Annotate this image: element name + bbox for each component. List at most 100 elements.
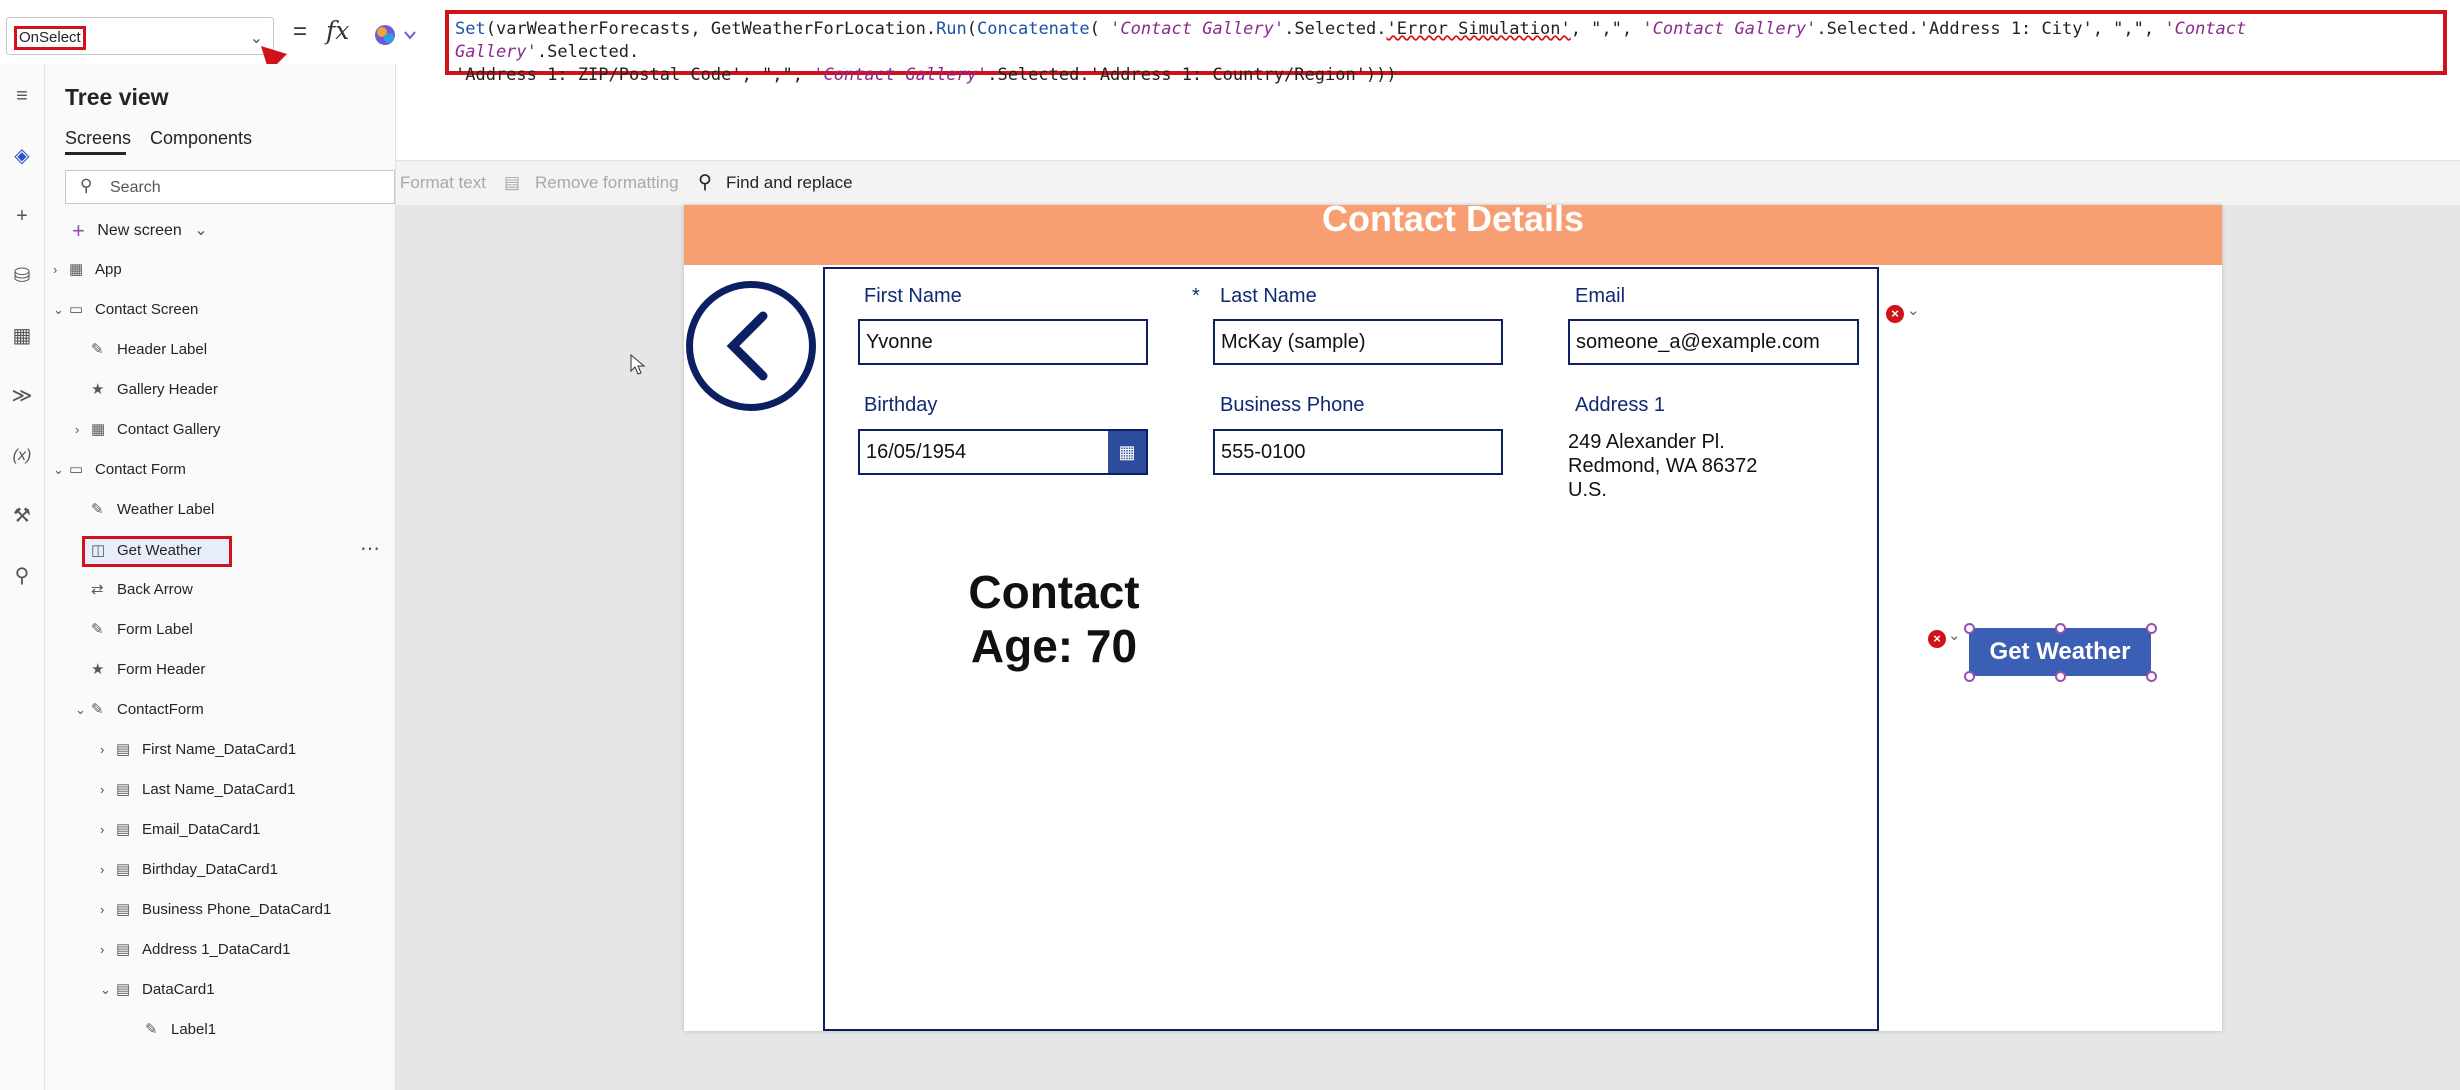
tree-node-form-label[interactable]: ✎ Form Label [75, 615, 193, 645]
business-phone-field[interactable]: 555-0100 [1213, 429, 1503, 475]
search-icon: ⚲ [80, 176, 93, 195]
label-icon: ✎ [91, 341, 104, 358]
icon-control-icon: ⇄ [91, 581, 104, 598]
data-icon[interactable]: ⛁ [10, 264, 34, 288]
left-rail: ≡ ◈ + ⛁ ▦ ≫ (x) ⚒ ⚲ [0, 64, 45, 1090]
shapes-icon: ★ [91, 661, 105, 678]
error-icon[interactable]: × [1886, 305, 1904, 323]
get-weather-button[interactable]: Get Weather [1969, 628, 2151, 676]
tree-node-label: Header Label [117, 341, 208, 358]
resize-handle[interactable] [2055, 623, 2066, 634]
plus-icon: + [72, 218, 85, 243]
chevron-right-icon: › [53, 262, 58, 277]
tree-node-label: Back Arrow [117, 581, 193, 598]
media-icon[interactable]: ▦ [10, 324, 34, 348]
tree-node-label: Contact Screen [95, 301, 199, 318]
property-dropdown[interactable]: OnSelect ⌄ [6, 17, 274, 55]
tree-node-form-header[interactable]: ★ Form Header [75, 655, 205, 685]
age-line: Contact [968, 566, 1140, 618]
address-line: Redmond, WA 86372 [1568, 455, 1758, 477]
more-options-icon[interactable]: ⋯ [360, 536, 380, 561]
chevron-down-icon[interactable]: ⌄ [1907, 301, 1920, 319]
resize-handle[interactable] [2055, 671, 2066, 682]
chevron-right-icon: › [100, 822, 105, 837]
app-icon: ▦ [69, 261, 84, 278]
tree-node-gallery-header[interactable]: ★ Gallery Header [75, 375, 218, 405]
resize-handle[interactable] [2146, 623, 2157, 634]
format-text-button[interactable]: Format text [400, 173, 486, 193]
tree-node-header-label[interactable]: ✎ Header Label [75, 335, 207, 365]
remove-formatting-button[interactable]: Remove formatting [535, 173, 679, 193]
tree-node-label: First Name_DataCard1 [142, 741, 297, 758]
tree-node-contactform[interactable]: ⌄ ✎ ContactForm [75, 695, 204, 725]
tree-node-datacard[interactable]: › ▤ Email_DataCard1 [100, 815, 260, 845]
birthday-field[interactable]: 16/05/1954 ▦ [858, 429, 1148, 475]
form-header-bar: Contact Details [684, 205, 2222, 265]
chevron-right-icon: › [100, 742, 105, 757]
tree-node-datacard[interactable]: › ▤ Address 1_DataCard1 [100, 935, 290, 965]
error-icon[interactable]: × [1928, 630, 1946, 648]
email-field[interactable]: someone_a@example.com [1568, 319, 1859, 365]
tree-search-input[interactable]: ⚲ Search [65, 170, 395, 204]
tree-node-contact-form[interactable]: ⌄ ▭ Contact Form [53, 455, 186, 485]
chevron-right-icon: › [75, 422, 80, 437]
resize-handle[interactable] [1964, 671, 1975, 682]
tree-node-datacard[interactable]: › ▤ First Name_DataCard1 [100, 735, 296, 765]
formula-token: .Selected. [1284, 19, 1387, 39]
header-title: Contact Details [1321, 205, 1585, 239]
resize-handle[interactable] [2146, 671, 2157, 682]
insert-icon[interactable]: + [10, 204, 34, 228]
tab-components[interactable]: Components [150, 128, 252, 149]
tree-node-label: App [95, 261, 122, 278]
label-icon: ✎ [91, 501, 104, 518]
tab-screens[interactable]: Screens [65, 128, 131, 149]
tree-view-icon[interactable]: ◈ [10, 144, 34, 168]
tree-node-app[interactable]: › ▦ App [53, 255, 122, 285]
hamburger-menu-icon[interactable]: ≡ [10, 84, 34, 108]
tree-node-label: DataCard1 [142, 981, 215, 998]
datacard-icon: ▤ [116, 941, 131, 958]
search-icon[interactable]: ⚲ [10, 564, 34, 588]
tree-node-contact-gallery[interactable]: › ▦ Contact Gallery [75, 415, 220, 445]
chevron-down-icon[interactable]: ⌄ [1948, 626, 1961, 644]
tree-node-datacard[interactable]: › ▤ Birthday_DataCard1 [100, 855, 278, 885]
datacard-icon: ▤ [116, 901, 131, 918]
tree-node-label: Gallery Header [117, 381, 218, 398]
back-arrow-button[interactable] [686, 281, 816, 411]
chevron-left-icon [726, 311, 768, 381]
formula-toolbar: ≡ Format text ▤ Remove formatting ⚲ Find… [362, 160, 2460, 205]
contact-age-label: Contact Age: 70 [904, 565, 1204, 673]
tree-node-label1[interactable]: ✎ Label1 [145, 1015, 216, 1045]
copilot-button[interactable] [372, 20, 422, 50]
tree-node-label: Weather Label [117, 501, 215, 518]
tree-node-get-weather[interactable]: ◫ Get Weather [75, 536, 202, 566]
tree-node-contact-screen[interactable]: ⌄ ▭ Contact Screen [53, 295, 198, 325]
power-automate-icon[interactable]: ≫ [10, 384, 34, 408]
find-replace-button[interactable]: Find and replace [726, 173, 853, 193]
first-name-field[interactable]: Yvonne [858, 319, 1148, 365]
tree-node-back-arrow[interactable]: ⇄ Back Arrow [75, 575, 193, 605]
formula-token: , ",", [1570, 19, 1643, 39]
tree-node-label: Get Weather [117, 542, 202, 559]
resize-handle[interactable] [1964, 623, 1975, 634]
tab-underline [65, 152, 126, 155]
new-screen-button[interactable]: + New screen ⌄ [72, 218, 208, 244]
tree-node-label: Form Header [117, 661, 206, 678]
last-name-field[interactable]: McKay (sample) [1213, 319, 1503, 365]
calendar-icon[interactable]: ▦ [1108, 431, 1146, 473]
advanced-tools-icon[interactable]: ⚒ [10, 504, 34, 528]
formula-editor[interactable]: Set(varWeatherForecasts, GetWeatherForLo… [445, 10, 2447, 85]
tree-node-datacard[interactable]: ⌄ ▤ DataCard1 [100, 975, 215, 1005]
search-icon: ⚲ [698, 172, 712, 193]
tree-node-label: Form Label [117, 621, 193, 638]
formula-token: Set [455, 19, 486, 39]
variables-icon[interactable]: (x) [10, 444, 34, 468]
tree-node-label: Address 1_DataCard1 [142, 941, 291, 958]
tree-node-datacard[interactable]: › ▤ Last Name_DataCard1 [100, 775, 295, 805]
label-icon: ✎ [91, 621, 104, 638]
tree-node-weather-label[interactable]: ✎ Weather Label [75, 495, 214, 525]
birthday-value: 16/05/1954 [866, 441, 967, 463]
chevron-down-icon: ⌄ [53, 462, 64, 477]
tree-node-datacard[interactable]: › ▤ Business Phone_DataCard1 [100, 895, 331, 925]
tree-node-label: Birthday_DataCard1 [142, 861, 278, 878]
